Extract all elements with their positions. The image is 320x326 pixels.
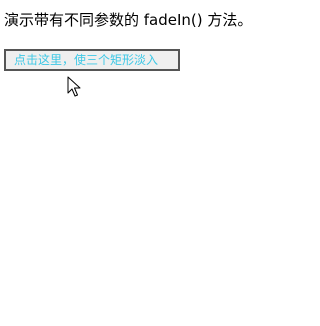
arrow-cursor-icon xyxy=(67,76,81,97)
intro-text: 演示带有不同参数的 fadeIn() 方法。 xyxy=(4,11,253,29)
fade-in-button[interactable]: 点击这里，使三个矩形淡入 xyxy=(4,49,180,71)
